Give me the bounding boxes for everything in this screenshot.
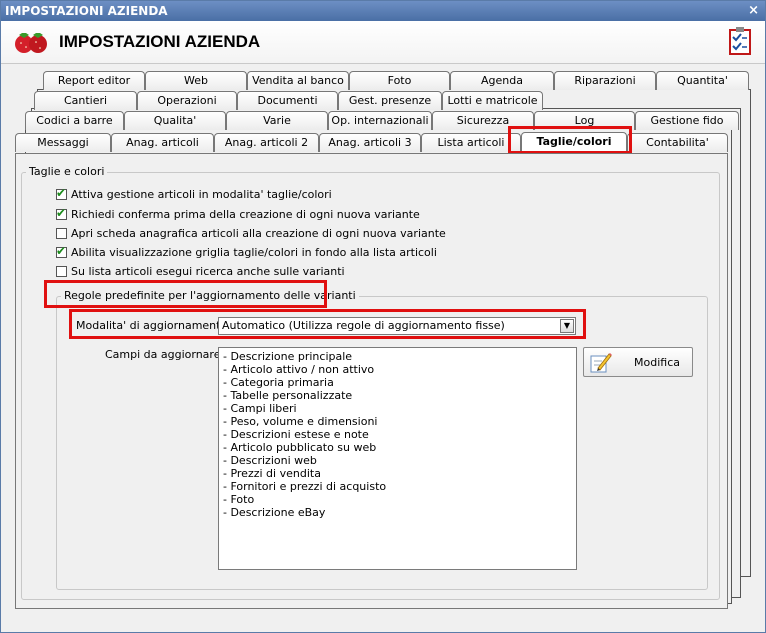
- checkbox-apri-scheda[interactable]: Apri scheda anagrafica articoli alla cre…: [56, 225, 446, 241]
- tab-lotti-e-matricole[interactable]: Lotti e matricole: [442, 91, 543, 110]
- list-item[interactable]: - Prezzi di vendita: [223, 467, 572, 480]
- group-taglie-e-colori-legend: Taglie e colori: [26, 165, 108, 178]
- list-item[interactable]: - Campi liberi: [223, 402, 572, 415]
- fields-list[interactable]: - Descrizione principale - Articolo atti…: [218, 347, 577, 570]
- tab-agenda[interactable]: Agenda: [450, 71, 554, 90]
- checkbox-box[interactable]: ✔: [56, 205, 67, 220]
- tab-documenti[interactable]: Documenti: [237, 91, 338, 110]
- checkbox-box[interactable]: [56, 265, 67, 277]
- tab-report-editor[interactable]: Report editor: [43, 71, 145, 90]
- tab-varie[interactable]: Varie: [226, 111, 328, 130]
- checkbox-box[interactable]: ✔: [56, 243, 67, 258]
- close-icon[interactable]: ×: [748, 1, 759, 21]
- tab-op-internazionali[interactable]: Op. internazionali: [328, 111, 432, 130]
- tab-page-taglie-colori: Taglie e colori ✔ Attiva gestione artico…: [15, 153, 728, 609]
- list-item[interactable]: - Tabelle personalizzate: [223, 389, 572, 402]
- active-tab-highlight: [508, 126, 632, 154]
- checkbox-richiedi-conferma[interactable]: ✔ Richiedi conferma prima della creazion…: [56, 206, 420, 222]
- tab-vendita-al-banco[interactable]: Vendita al banco: [247, 71, 349, 90]
- list-item[interactable]: - Articolo attivo / non attivo: [223, 363, 572, 376]
- modifica-button-label: Modifica: [634, 356, 680, 369]
- mode-highlight: [69, 309, 586, 339]
- checkbox-label: Apri scheda anagrafica articoli alla cre…: [71, 226, 446, 240]
- window-title: IMPOSTAZIONI AZIENDA: [5, 4, 168, 18]
- list-item[interactable]: - Categoria primaria: [223, 376, 572, 389]
- checkbox-abilita-griglia[interactable]: ✔ Abilita visualizzazione griglia taglie…: [56, 244, 437, 260]
- tab-gestione-fido[interactable]: Gestione fido: [635, 111, 739, 130]
- tab-quantita[interactable]: Quantita': [656, 71, 749, 90]
- tab-anag-articoli-3[interactable]: Anag. articoli 3: [319, 133, 421, 152]
- tab-operazioni[interactable]: Operazioni: [137, 91, 237, 110]
- list-item[interactable]: - Fornitori e prezzi di acquisto: [223, 480, 572, 493]
- strawberries-icon: [15, 33, 47, 53]
- checkbox-box[interactable]: [56, 227, 67, 239]
- check-mark-icon: ✔: [56, 243, 67, 258]
- checkbox-attiva-gestione[interactable]: ✔ Attiva gestione articoli in modalita' …: [56, 186, 332, 202]
- tab-anag-articoli[interactable]: Anag. articoli: [111, 133, 214, 152]
- tab-contabilita[interactable]: Contabilita': [627, 133, 728, 152]
- tab-foto[interactable]: Foto: [349, 71, 450, 90]
- checkbox-label: Richiedi conferma prima della creazione …: [71, 207, 420, 221]
- tab-gest-presenze[interactable]: Gest. presenze: [338, 91, 442, 110]
- list-item[interactable]: - Descrizioni estese e note: [223, 428, 572, 441]
- title-bar[interactable]: IMPOSTAZIONI AZIENDA ×: [1, 1, 765, 21]
- check-mark-icon: ✔: [56, 205, 67, 220]
- check-mark-icon: ✔: [56, 185, 67, 200]
- checkbox-box[interactable]: ✔: [56, 185, 67, 200]
- settings-window: IMPOSTAZIONI AZIENDA × IMPOSTAZIONI AZIE…: [0, 0, 766, 633]
- tab-messaggi[interactable]: Messaggi: [15, 133, 111, 152]
- header-title: IMPOSTAZIONI AZIENDA: [59, 32, 261, 51]
- list-item[interactable]: - Descrizioni web: [223, 454, 572, 467]
- legend-highlight: [44, 280, 327, 308]
- checkbox-label: Abilita visualizzazione griglia taglie/c…: [71, 245, 437, 259]
- modifica-button[interactable]: Modifica: [583, 347, 693, 377]
- tab-codici-a-barre[interactable]: Codici a barre: [25, 111, 124, 130]
- header-banner: IMPOSTAZIONI AZIENDA: [1, 21, 765, 64]
- tab-riparazioni[interactable]: Riparazioni: [554, 71, 656, 90]
- list-item[interactable]: - Descrizione principale: [223, 350, 572, 363]
- checkbox-label: Su lista articoli esegui ricerca anche s…: [71, 264, 345, 278]
- checklist-clipboard-icon[interactable]: [729, 27, 751, 55]
- tab-qualita[interactable]: Qualita': [124, 111, 226, 130]
- pencil-edit-icon: [590, 353, 612, 373]
- tab-lista-articoli[interactable]: Lista articoli: [421, 133, 521, 152]
- list-item[interactable]: - Descrizione eBay: [223, 506, 572, 519]
- checkbox-label: Attiva gestione articoli in modalita' ta…: [71, 187, 332, 201]
- checkbox-ricerca-varianti[interactable]: Su lista articoli esegui ricerca anche s…: [56, 263, 345, 279]
- list-item[interactable]: - Peso, volume e dimensioni: [223, 415, 572, 428]
- tab-cantieri[interactable]: Cantieri: [34, 91, 137, 110]
- fields-label: Campi da aggiornare :: [105, 348, 228, 361]
- list-item[interactable]: - Articolo pubblicato su web: [223, 441, 572, 454]
- tab-anag-articoli-2[interactable]: Anag. articoli 2: [214, 133, 319, 152]
- list-item[interactable]: - Foto: [223, 493, 572, 506]
- tab-web[interactable]: Web: [145, 71, 247, 90]
